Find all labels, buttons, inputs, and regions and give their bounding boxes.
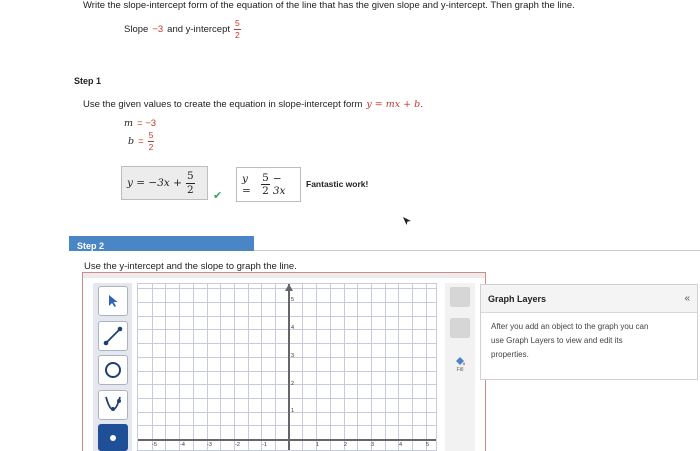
x-tick-label: -3	[207, 442, 212, 448]
x-axis	[138, 439, 436, 441]
user-answer-denominator: 2	[262, 185, 269, 197]
m-assignment: m = −3	[124, 118, 156, 129]
fill-label: Fill	[456, 367, 464, 373]
answer-numerator: 5	[185, 170, 195, 184]
step1-instruction: Use the given values to create the equat…	[83, 99, 363, 110]
x-tick-label: 1	[316, 442, 320, 448]
y-axis	[288, 284, 290, 450]
intercept-fraction: 5 2	[234, 19, 241, 39]
intercept-numerator: 5	[234, 18, 241, 30]
fill-button[interactable]: Fill	[449, 355, 471, 379]
graph-layers-description: After you add an object to the graph you…	[491, 322, 649, 359]
correct-answer-box: y = −3x + 5 2	[121, 166, 208, 200]
x-tick-label: 3	[371, 442, 375, 448]
graph-layers-panel: Graph Layers « After you add an object t…	[480, 284, 698, 380]
question-text: Write the slope-intercept form of the eq…	[83, 0, 575, 11]
user-answer-fraction: 5 2	[261, 171, 270, 197]
collapse-icon[interactable]: «	[684, 293, 690, 304]
line-segment-icon	[103, 326, 123, 346]
y-tick-label: 5	[291, 297, 295, 303]
graph-layers-title: Graph Layers	[488, 293, 547, 304]
b-denominator: 2	[148, 141, 154, 152]
b-equals: =	[138, 135, 144, 147]
b-numerator: 5	[147, 130, 155, 142]
answer-fraction: 5 2	[185, 170, 195, 196]
step2-instruction: Use the y-intercept and the slope to gra…	[84, 261, 297, 272]
graph-layers-header[interactable]: Graph Layers «	[481, 285, 697, 313]
graph-frame-topbar	[83, 273, 485, 278]
x-tick-label: -4	[180, 442, 185, 448]
b-variable: b	[128, 135, 135, 147]
slope-intercept-form: y = mx + b.	[366, 99, 424, 110]
b-fraction: 5 2	[147, 130, 155, 152]
undo-button[interactable]	[450, 287, 470, 307]
x-tick-label: -5	[152, 442, 157, 448]
answer-prefix: y = −3x +	[127, 177, 182, 189]
intercept-denominator: 2	[235, 29, 240, 40]
pointer-tool-button[interactable]	[98, 286, 128, 316]
paint-bucket-icon	[456, 357, 465, 366]
coordinate-grid[interactable]: 5 4 3 2 1 -5 -4 -3 -2 -1 1 2 3 4 5	[137, 283, 437, 451]
y-tick-label: 1	[291, 408, 295, 414]
x-tick-label: -2	[235, 442, 240, 448]
given-values: Slope −3 and y-intercept 5 2	[124, 19, 241, 39]
delete-button[interactable]	[450, 318, 470, 338]
given-prefix: Slope	[124, 23, 149, 35]
user-answer-input[interactable]: y = 5 2 − 3x	[236, 167, 301, 202]
answer-denominator: 2	[186, 183, 194, 196]
y-axis-arrow-icon	[285, 284, 293, 291]
given-mid: and y-intercept	[167, 23, 230, 35]
x-tick-label: -1	[262, 442, 267, 448]
line-tool-button[interactable]	[98, 321, 128, 351]
mouse-cursor-icon	[403, 217, 411, 225]
step1-label: Step 1	[74, 76, 102, 86]
y-tick-label: 3	[291, 353, 295, 359]
x-tick-label: 2	[344, 442, 348, 448]
circle-icon	[105, 362, 121, 378]
point-icon	[110, 434, 116, 441]
user-answer-prefix: y =	[242, 172, 251, 197]
y-tick-label: 2	[291, 381, 295, 387]
circle-tool-button[interactable]	[98, 355, 128, 385]
b-assignment: b = 5 2	[128, 130, 155, 152]
step2-header-rule	[254, 250, 700, 251]
step2-header: Step 2	[69, 236, 254, 251]
parabola-tool-button[interactable]	[98, 390, 128, 420]
slope-value: −3	[152, 23, 164, 35]
step1-instruction-row: Use the given values to create the equat…	[83, 99, 423, 110]
user-answer-numerator: 5	[261, 171, 270, 185]
feedback-text: Fantastic work!	[306, 179, 369, 189]
parabola-icon	[105, 396, 121, 411]
user-answer-suffix: − 3x	[272, 172, 286, 197]
check-icon: ✔	[213, 190, 223, 202]
y-tick-label: 4	[291, 325, 295, 331]
x-tick-label: 4	[399, 442, 403, 448]
m-variable: m	[124, 118, 134, 129]
point-tool-button[interactable]	[98, 424, 128, 451]
m-value: = −3	[137, 118, 157, 129]
pointer-icon	[109, 295, 118, 307]
x-tick-label: 5	[426, 442, 430, 448]
